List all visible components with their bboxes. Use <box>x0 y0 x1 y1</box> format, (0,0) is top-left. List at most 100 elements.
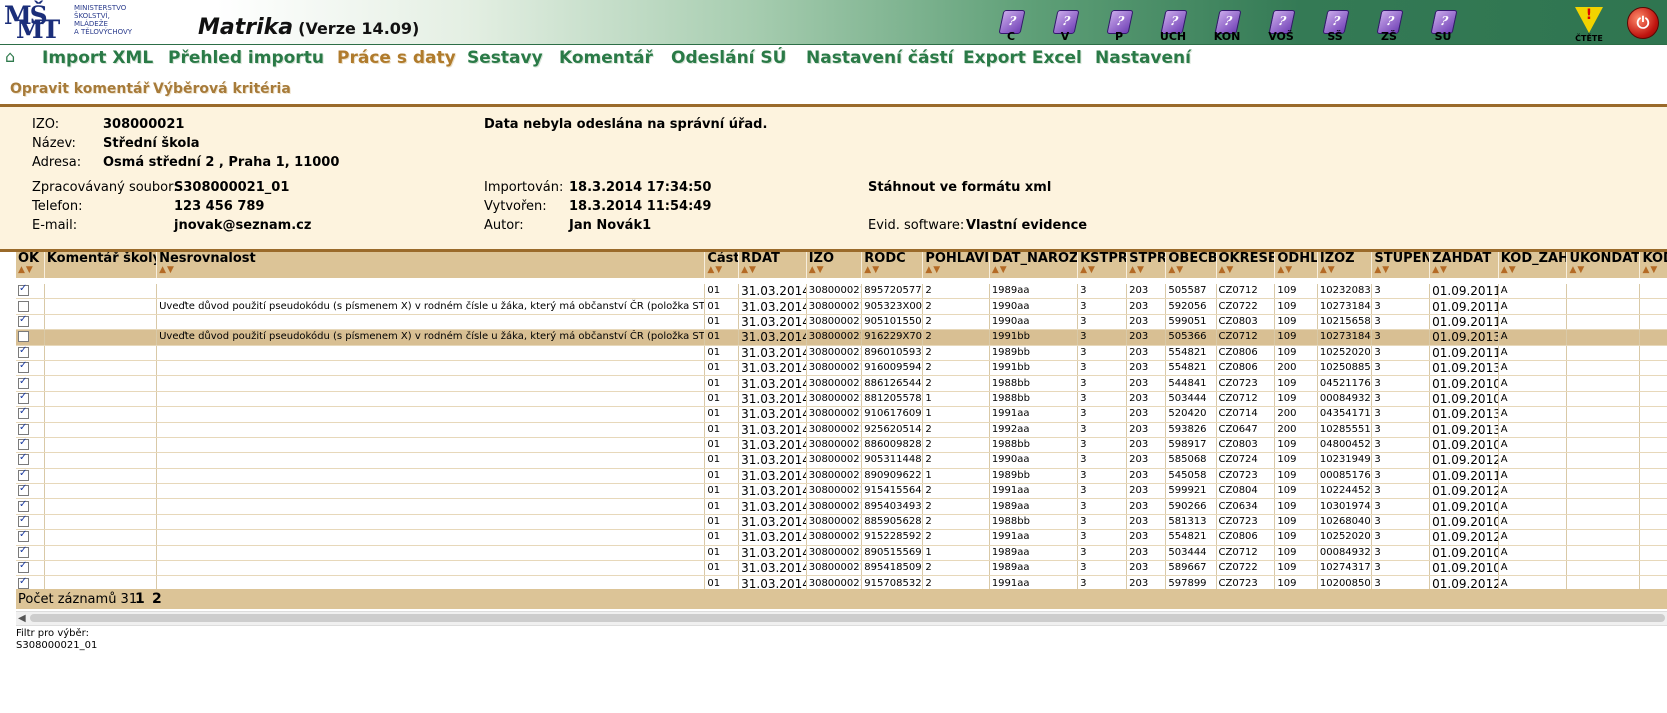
table-row[interactable]: 0131.03.2014308000021890909622911989bb32… <box>16 468 1667 485</box>
column-header[interactable]: OBECB ▲▼ <box>1165 252 1217 284</box>
nav-import-xml[interactable]: Import XML <box>42 48 153 68</box>
ok-checkbox[interactable] <box>18 314 29 327</box>
table-row[interactable]: 0131.03.2014308000021886126544621988bb32… <box>16 375 1667 392</box>
home-icon[interactable]: ⌂ <box>5 49 23 65</box>
table-row[interactable]: 0131.03.2014308000021896010593521989bb32… <box>16 345 1667 361</box>
column-header[interactable]: DAT_NAROZ ▲▼ <box>989 252 1079 284</box>
horizontal-scrollbar[interactable]: ◀ <box>16 611 1667 626</box>
ok-checkbox[interactable] <box>18 345 29 358</box>
nav-prehled-importu[interactable]: Přehled importu <box>168 48 324 68</box>
column-header[interactable]: Komentář školy <box>44 252 158 284</box>
table-row[interactable]: 0131.03.2014308000021895403493621989aa32… <box>16 498 1667 515</box>
table-row[interactable]: Uveďte důvod použití pseudokódu (s písme… <box>16 329 1667 346</box>
ok-checkbox[interactable] <box>18 561 29 574</box>
table-row[interactable]: 0131.03.2014308000021895418509721989aa32… <box>16 560 1667 577</box>
column-header[interactable]: RODC ▲▼ <box>861 252 924 284</box>
ok-checkbox[interactable] <box>18 530 29 543</box>
subnav-opravit-komentar[interactable]: Opravit komentář <box>10 80 149 98</box>
sort-arrows-icon[interactable]: ▲▼ <box>1129 265 1145 275</box>
column-header[interactable]: IZOZ ▲▼ <box>1317 252 1373 284</box>
help-uch-button[interactable]: ? UCH <box>1150 9 1196 43</box>
sort-arrows-icon[interactable]: ▲▼ <box>1374 265 1390 275</box>
sort-arrows-icon[interactable]: ▲▼ <box>1569 265 1585 275</box>
ok-checkbox[interactable] <box>18 360 29 374</box>
ok-checkbox[interactable] <box>18 300 29 312</box>
sort-arrows-icon[interactable]: ▲▼ <box>1219 265 1235 275</box>
column-header[interactable]: OK ▲▼ <box>16 252 45 284</box>
ok-checkbox[interactable] <box>18 437 29 451</box>
sort-arrows-icon[interactable]: ▲▼ <box>707 265 723 275</box>
ok-checkbox[interactable] <box>18 514 29 528</box>
read-me-button[interactable]: ! ČTĚTE <box>1566 5 1612 43</box>
help-p-button[interactable]: ? P <box>1096 9 1142 43</box>
page-1-link[interactable]: 1 <box>135 591 145 607</box>
scrollbar-thumb[interactable] <box>30 614 1665 622</box>
column-header[interactable]: STPR ▲▼ <box>1126 252 1167 284</box>
column-header[interactable]: POHLAVI ▲▼ <box>922 252 990 284</box>
ok-checkbox[interactable] <box>18 391 29 404</box>
nav-komentar[interactable]: Komentář <box>559 48 653 68</box>
column-header[interactable]: OKRESB ▲▼ <box>1216 252 1276 284</box>
help-vos-button[interactable]: ? VOŠ <box>1258 9 1304 43</box>
sort-arrows-icon[interactable]: ▲▼ <box>1320 265 1336 275</box>
column-header[interactable]: KSTPR ▲▼ <box>1077 252 1128 284</box>
help-su-button[interactable]: ? SU <box>1420 9 1466 43</box>
table-row[interactable]: Uveďte důvod použití pseudokódu (s písme… <box>16 298 1667 315</box>
sort-arrows-icon[interactable]: ▲▼ <box>864 265 880 275</box>
column-header[interactable]: KOD_ZAH ▲▼ <box>1498 252 1568 284</box>
table-row[interactable]: 0131.03.2014308000021905101550121990aa32… <box>16 314 1667 331</box>
table-row[interactable]: 0131.03.2014308000021905311448821990aa32… <box>16 452 1667 469</box>
column-header[interactable]: IZO ▲▼ <box>806 252 863 284</box>
table-row[interactable]: 0131.03.2014308000021886009828021988bb32… <box>16 437 1667 454</box>
table-row[interactable]: 0131.03.2014308000021885905628321988bb32… <box>16 514 1667 531</box>
ok-checkbox[interactable] <box>18 376 29 389</box>
page-2-link[interactable]: 2 <box>152 591 162 607</box>
sort-arrows-icon[interactable]: ▲▼ <box>1080 265 1096 275</box>
column-header[interactable]: UKONDAT ▲▼ <box>1566 252 1641 284</box>
column-header[interactable]: Část ▲▼ <box>704 252 740 284</box>
nav-prace-s-daty[interactable]: Práce s daty <box>337 48 456 68</box>
column-header[interactable]: ODHL ▲▼ <box>1274 252 1318 284</box>
sort-arrows-icon[interactable]: ▲▼ <box>1432 265 1448 275</box>
sort-arrows-icon[interactable]: ▲▼ <box>18 265 34 275</box>
table-row[interactable]: 0131.03.2014308000021895720577421989aa32… <box>16 281 1667 300</box>
ok-checkbox[interactable] <box>18 283 29 297</box>
table-row[interactable]: 0131.03.2014308000021910617609011991aa32… <box>16 406 1667 423</box>
ok-checkbox[interactable] <box>18 331 29 343</box>
help-zs-button[interactable]: ? ZŠ <box>1366 9 1412 43</box>
nav-sestavy[interactable]: Sestavy <box>467 48 543 68</box>
sort-arrows-icon[interactable]: ▲▼ <box>1277 265 1293 275</box>
scroll-left-icon[interactable]: ◀ <box>18 612 26 625</box>
table-row[interactable]: 0131.03.2014308000021915708532221991aa32… <box>16 575 1667 589</box>
column-header[interactable]: KOD_UKO▲▼ <box>1639 252 1667 284</box>
ok-checkbox[interactable] <box>18 576 29 589</box>
help-c-button[interactable]: ? C <box>988 9 1034 43</box>
column-header[interactable]: STUPEN ▲▼ <box>1371 252 1431 284</box>
sort-arrows-icon[interactable]: ▲▼ <box>992 265 1008 275</box>
nav-export-excel[interactable]: Export Excel <box>963 48 1082 68</box>
help-v-button[interactable]: ? V <box>1042 9 1088 43</box>
nav-nastaveni[interactable]: Nastavení <box>1095 48 1191 68</box>
logout-power-icon[interactable]: ⏻ <box>1627 7 1659 39</box>
sort-arrows-icon[interactable]: ▲▼ <box>1168 265 1184 275</box>
subnav-vyberova-kriteria[interactable]: Výběrová kritéria <box>153 80 291 98</box>
table-row[interactable]: 0131.03.2014308000021915415564821991aa32… <box>16 483 1667 500</box>
sort-arrows-icon[interactable]: ▲▼ <box>1501 265 1517 275</box>
ok-checkbox[interactable] <box>18 407 29 420</box>
nav-odeslani-su[interactable]: Odeslání SÚ <box>671 48 786 68</box>
sort-arrows-icon[interactable]: ▲▼ <box>741 265 757 275</box>
table-row[interactable]: 0131.03.2014308000021925620514521992aa32… <box>16 422 1667 438</box>
sort-arrows-icon[interactable]: ▲▼ <box>1642 265 1658 275</box>
table-row[interactable]: 0131.03.2014308000021916009594521991bb32… <box>16 360 1667 377</box>
table-row[interactable]: 0131.03.2014308000021890515569911989aa32… <box>16 545 1667 562</box>
help-kon-button[interactable]: ? KON <box>1204 9 1250 43</box>
ok-checkbox[interactable] <box>18 484 29 497</box>
table-row[interactable]: 0131.03.2014308000021881205578011988bb32… <box>16 391 1667 408</box>
ok-checkbox[interactable] <box>18 499 29 512</box>
download-xml-link[interactable]: Stáhnout ve formátu xml <box>868 180 1051 195</box>
column-header[interactable]: ZAHDAT ▲▼ <box>1429 252 1499 284</box>
sort-arrows-icon[interactable]: ▲▼ <box>925 265 941 275</box>
sort-arrows-icon[interactable]: ▲▼ <box>809 265 825 275</box>
table-row[interactable]: 0131.03.2014308000021915228592321991aa32… <box>16 529 1667 546</box>
ok-checkbox[interactable] <box>18 422 29 435</box>
